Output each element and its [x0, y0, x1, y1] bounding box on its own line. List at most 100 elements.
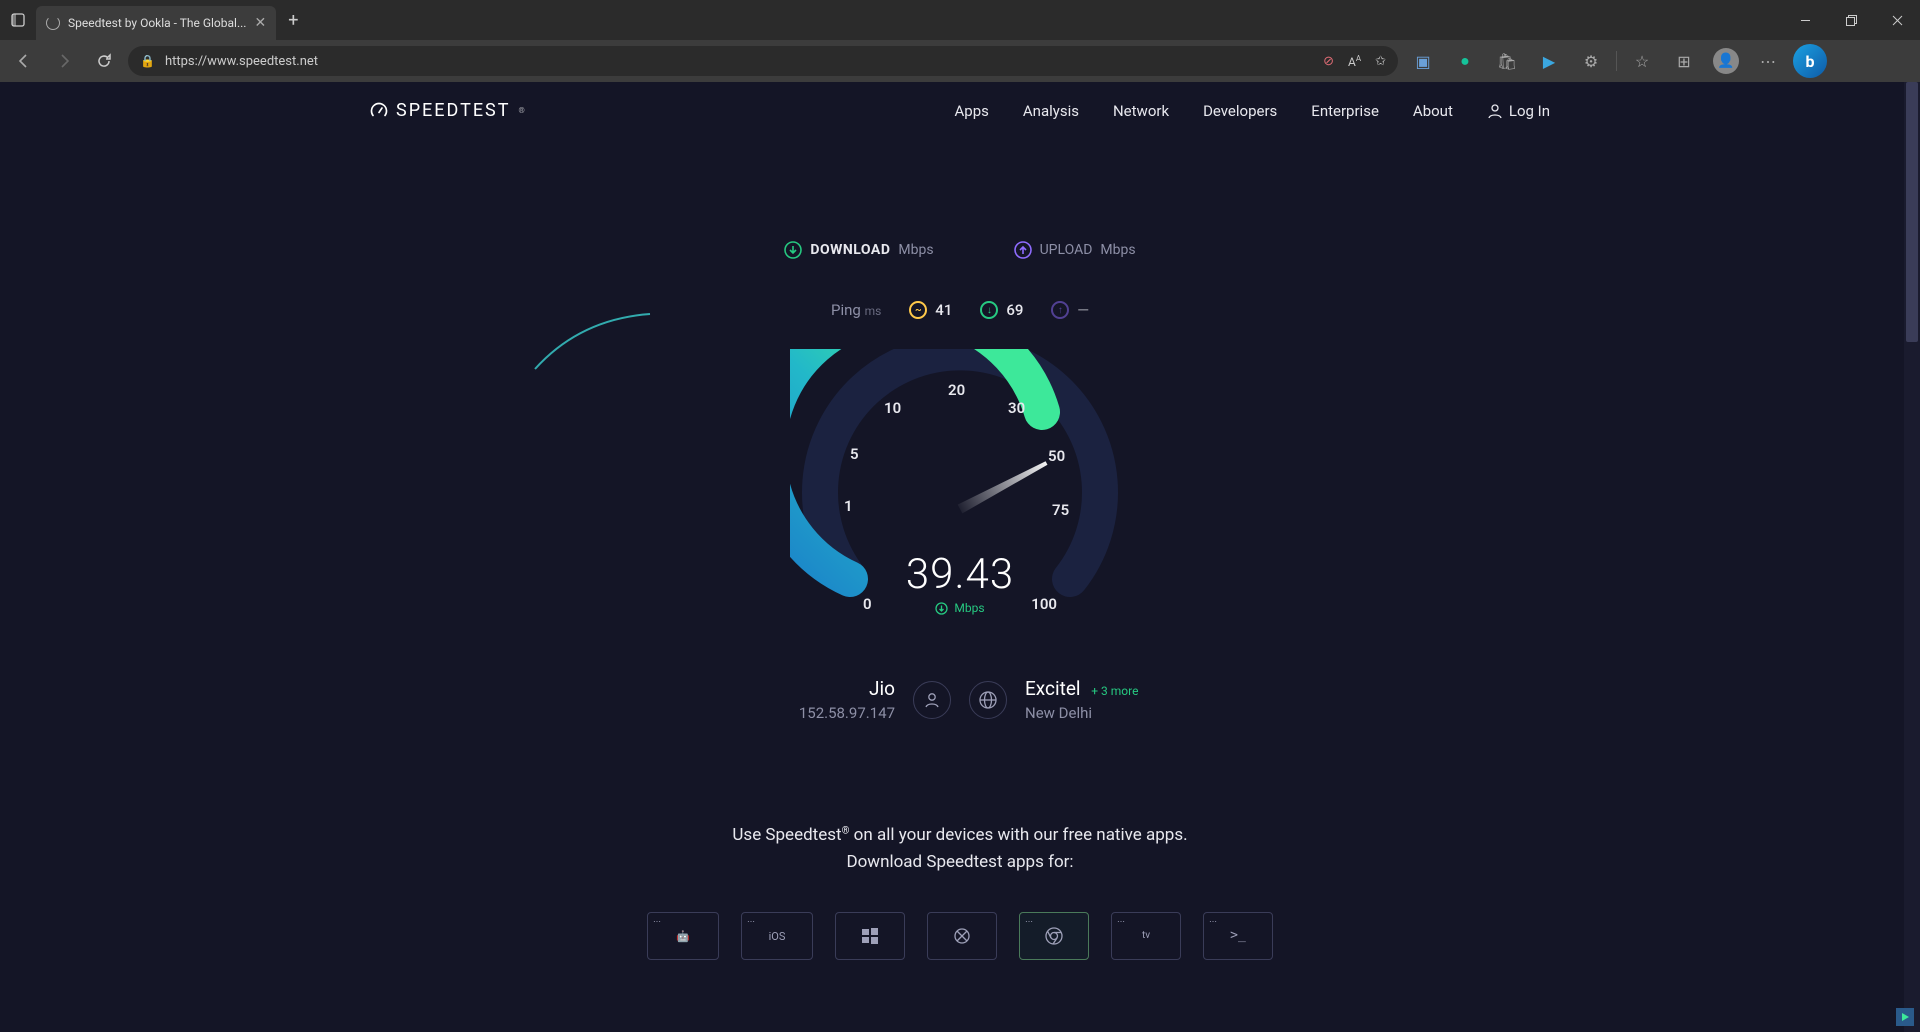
new-tab-button[interactable]: +	[276, 10, 310, 31]
shopping-icon[interactable]: 🛍	[1490, 45, 1524, 77]
tab-favicon	[46, 16, 60, 30]
ping-unit: ms	[865, 304, 882, 318]
bing-button[interactable]: b	[1793, 45, 1827, 77]
promo-line2: Download Speedtest apps for:	[360, 849, 1560, 876]
favorites-button[interactable]: ☆	[1625, 45, 1659, 77]
upload-unit: Mbps	[1100, 242, 1135, 258]
app-cli[interactable]: ⋯>_	[1203, 912, 1273, 960]
ping-idle: ~ 41	[909, 301, 952, 319]
refresh-button[interactable]	[88, 45, 120, 77]
minimize-button[interactable]	[1782, 0, 1828, 40]
address-bar-actions: ⊘ AA ✩	[1323, 54, 1386, 69]
forward-button[interactable]	[48, 45, 80, 77]
favorite-icon[interactable]: ✩	[1375, 54, 1386, 69]
window-controls	[1782, 0, 1920, 40]
ping-idle-icon: ~	[909, 301, 927, 319]
ad-badge[interactable]	[1896, 1008, 1914, 1026]
page-content: SPEEDTEST ® Apps Analysis Network Develo…	[0, 82, 1920, 1032]
server-more-link[interactable]: + 3 more	[1091, 684, 1138, 698]
titlebar: Speedtest by Ookla - The Global... ✕ +	[0, 0, 1920, 40]
nav-analysis[interactable]: Analysis	[1023, 102, 1079, 120]
scrollbar-thumb[interactable]	[1906, 82, 1918, 342]
toolbar-right: ▣ ● 🛍 ▶ ⚙ ☆ ⊞ 👤 ⋯ b	[1406, 45, 1827, 77]
gauge-unit-text: Mbps	[954, 601, 984, 615]
maximize-button[interactable]	[1828, 0, 1874, 40]
tick-30: 30	[1008, 399, 1025, 417]
grammarly-icon[interactable]: ●	[1448, 45, 1482, 77]
client-ip: 152.58.97.147	[675, 704, 895, 722]
extensions-button[interactable]: ⚙	[1574, 45, 1608, 77]
url-text: https://www.speedtest.net	[165, 54, 318, 69]
main-nav: Apps Analysis Network Developers Enterpr…	[955, 102, 1551, 120]
app-appletv[interactable]: ⋯tv	[1111, 912, 1181, 960]
nav-apps[interactable]: Apps	[955, 102, 989, 120]
tab-close-button[interactable]: ✕	[254, 15, 266, 31]
app-platform-icons: ⋯🤖 ⋯iOS ⋯ ⋯tv ⋯>_	[360, 912, 1560, 960]
promo-line1-post: on all your devices with our free native…	[849, 825, 1187, 845]
connection-row: Jio 152.58.97.147 Excitel + 3 more New D…	[360, 677, 1560, 722]
gauge-logo-icon	[370, 102, 388, 120]
download-icon	[784, 241, 802, 259]
nav-about[interactable]: About	[1413, 102, 1453, 120]
login-link[interactable]: Log In	[1487, 102, 1550, 120]
user-icon	[1487, 103, 1503, 119]
gauge-value: 39.43	[790, 550, 1130, 599]
tick-1: 1	[844, 497, 853, 515]
app-mac[interactable]	[927, 912, 997, 960]
download-label: DOWNLOAD	[810, 242, 890, 258]
apps-promo: Use Speedtest® on all your devices with …	[360, 822, 1560, 960]
tab-title: Speedtest by Ookla - The Global...	[68, 16, 246, 30]
result-metrics: DOWNLOAD Mbps UPLOAD Mbps	[360, 241, 1560, 259]
tick-5: 5	[850, 445, 859, 463]
ping-download-value: 69	[1006, 301, 1023, 319]
app-ios[interactable]: ⋯iOS	[741, 912, 813, 960]
promo-line1-pre: Use Speedtest	[732, 825, 841, 845]
back-button[interactable]	[8, 45, 40, 77]
collections-button[interactable]: ⊞	[1667, 45, 1701, 77]
ping-heading: Ping ms	[831, 301, 881, 319]
nav-developers[interactable]: Developers	[1203, 102, 1277, 120]
nav-enterprise[interactable]: Enterprise	[1311, 102, 1379, 120]
app-chrome[interactable]: ⋯	[1019, 912, 1089, 960]
close-button[interactable]	[1874, 0, 1920, 40]
tick-75: 75	[1052, 501, 1069, 519]
ping-download-icon: ↓	[980, 301, 998, 319]
upload-icon	[1014, 241, 1032, 259]
text-size-icon[interactable]: AA	[1348, 54, 1361, 69]
app-android[interactable]: ⋯🤖	[647, 912, 719, 960]
server-name: Excitel	[1025, 677, 1081, 700]
upload-metric: UPLOAD Mbps	[1014, 241, 1136, 259]
client-info: Jio 152.58.97.147	[675, 677, 895, 722]
ios-label: iOS	[769, 928, 786, 946]
lock-icon: 🔒	[140, 54, 155, 68]
app-windows[interactable]	[835, 912, 905, 960]
brand-text: SPEEDTEST	[396, 100, 510, 121]
download-unit: Mbps	[898, 242, 933, 258]
browser-tab[interactable]: Speedtest by Ookla - The Global... ✕	[36, 6, 276, 40]
client-icon[interactable]	[913, 681, 951, 719]
ping-upload: ↑ —	[1051, 301, 1089, 319]
server-name-row: Excitel + 3 more	[1025, 677, 1245, 700]
scrollbar[interactable]	[1904, 82, 1920, 1032]
ping-upload-value: —	[1077, 301, 1089, 319]
gauge-unit-row: Mbps	[790, 601, 1130, 615]
speed-trail	[530, 309, 830, 429]
server-info: Excitel + 3 more New Delhi	[1025, 677, 1245, 722]
profile-button[interactable]: 👤	[1709, 45, 1743, 77]
login-label: Log In	[1509, 102, 1550, 120]
download-metric: DOWNLOAD Mbps	[784, 241, 933, 259]
tab-actions-button[interactable]	[0, 0, 36, 40]
speed-gauge: 0 1 5 10 20 30 50 75 100 39.43 Mbps	[790, 349, 1130, 649]
speedtest-logo[interactable]: SPEEDTEST ®	[370, 100, 527, 121]
adblock-icon[interactable]: ⊘	[1323, 54, 1334, 69]
extension-icon[interactable]: ▣	[1406, 45, 1440, 77]
address-bar[interactable]: 🔒 https://www.speedtest.net ⊘ AA ✩	[128, 46, 1398, 76]
server-icon[interactable]	[969, 681, 1007, 719]
upload-label: UPLOAD	[1040, 242, 1093, 258]
video-icon[interactable]: ▶	[1532, 45, 1566, 77]
menu-button[interactable]: ⋯	[1751, 45, 1785, 77]
nav-network[interactable]: Network	[1113, 102, 1169, 120]
gauge-download-icon	[935, 602, 948, 615]
tick-50: 50	[1048, 447, 1065, 465]
browser-navbar: 🔒 https://www.speedtest.net ⊘ AA ✩ ▣ ● 🛍…	[0, 40, 1920, 82]
